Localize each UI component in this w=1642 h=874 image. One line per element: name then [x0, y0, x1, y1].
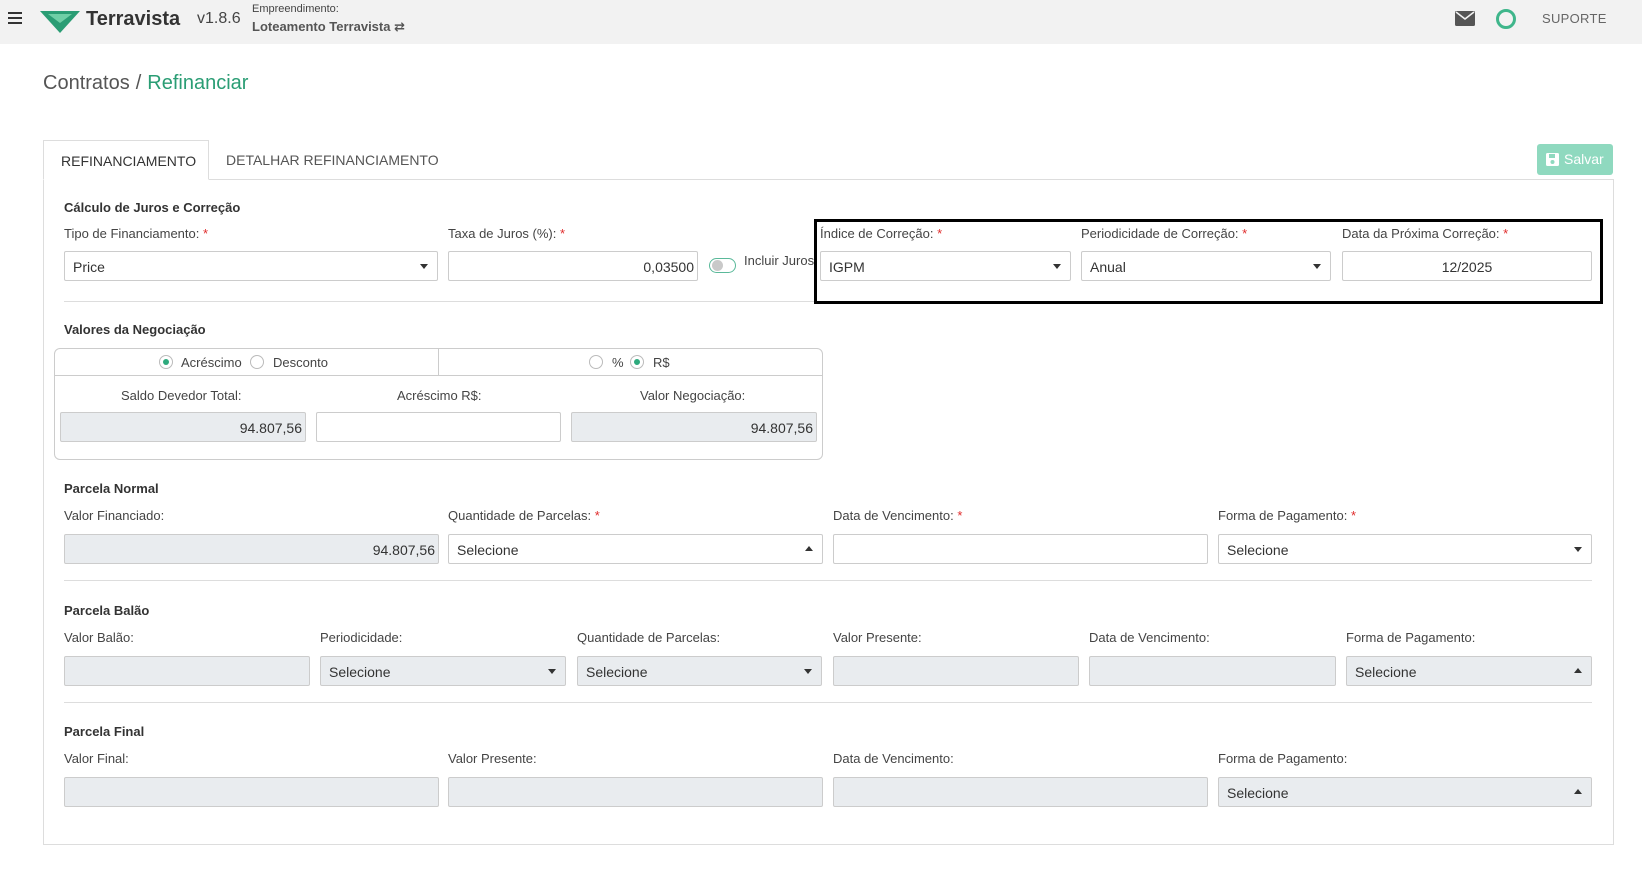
- forma-pagamento-final-label: Forma de Pagamento:: [1218, 751, 1348, 766]
- acrescimo-radio[interactable]: [159, 355, 173, 369]
- forma-pagamento-balao-label: Forma de Pagamento:: [1346, 630, 1476, 645]
- divider: [64, 580, 1592, 581]
- valor-presente-final-input: [448, 777, 823, 807]
- breadcrumb-refinanciar: Refinanciar: [147, 72, 249, 94]
- section-title-parcela-balao: Parcela Balão: [64, 603, 150, 618]
- section-title-parcela-final: Parcela Final: [64, 724, 145, 739]
- incluir-juros-label: Incluir Juros: [744, 253, 815, 268]
- forma-pagamento-label: Forma de Pagamento: *: [1218, 508, 1357, 523]
- quantidade-parcelas-select[interactable]: Selecione: [448, 534, 823, 564]
- save-button-label: Salvar: [1564, 151, 1604, 167]
- breadcrumb: Contratos / Refinanciar: [43, 72, 248, 95]
- taxa-juros-label: Taxa de Juros (%): *: [448, 226, 566, 241]
- empreendimento-label: Empreendimento:: [252, 3, 339, 15]
- chevron-up-icon: [1574, 668, 1582, 673]
- valor-negociacao-input: 94.807,56: [571, 412, 817, 442]
- chevron-down-icon: [1574, 547, 1582, 552]
- quantidade-parcelas-balao-label: Quantidade de Parcelas:: [577, 630, 721, 645]
- desconto-radio[interactable]: [250, 355, 264, 369]
- taxa-juros-input[interactable]: 0,03500: [448, 251, 698, 281]
- support-link[interactable]: SUPORTE: [1542, 11, 1607, 26]
- section-title-negociacao: Valores da Negociação: [64, 322, 206, 337]
- divider: [64, 702, 1592, 703]
- breadcrumb-separator: /: [135, 72, 142, 94]
- periodicidade-balao-select: Selecione: [320, 656, 566, 686]
- valor-balao-label: Valor Balão:: [64, 630, 134, 645]
- valor-presente-final-label: Valor Presente:: [448, 751, 537, 766]
- data-vencimento-label: Data de Vencimento: *: [833, 508, 963, 523]
- section-title-parcela-normal: Parcela Normal: [64, 481, 159, 496]
- brand-name: Terravista: [86, 8, 181, 30]
- valor-presente-balao-input: [833, 656, 1079, 686]
- data-vencimento-input[interactable]: [833, 534, 1208, 564]
- data-vencimento-final-label: Data de Vencimento:: [833, 751, 954, 766]
- divider: [438, 349, 439, 375]
- quantidade-parcelas-balao-select: Selecione: [577, 656, 822, 686]
- valor-final-label: Valor Final:: [64, 751, 129, 766]
- chevron-down-icon: [420, 264, 428, 269]
- tab-detalhar-refinanciamento[interactable]: DETALHAR REFINANCIAMENTO: [209, 140, 456, 180]
- chevron-up-icon: [805, 546, 813, 551]
- menu-icon[interactable]: [8, 12, 22, 25]
- chevron-up-icon: [1574, 789, 1582, 794]
- percent-radio[interactable]: [589, 355, 603, 369]
- data-vencimento-final-input: [833, 777, 1208, 807]
- desconto-radio-label: Desconto: [273, 355, 328, 370]
- rs-radio[interactable]: [630, 355, 644, 369]
- top-bar: Terravista v1.8.6 Empreendimento: Loteam…: [0, 0, 1642, 44]
- quantidade-parcelas-label: Quantidade de Parcelas: *: [448, 508, 600, 523]
- periodicidade-balao-label: Periodicidade:: [320, 630, 403, 645]
- tab-refinanciamento[interactable]: REFINANCIAMENTO: [43, 140, 209, 180]
- valor-financiado-input: 94.807,56: [64, 534, 439, 564]
- section-title-calculo: Cálculo de Juros e Correção: [64, 200, 241, 215]
- valor-financiado-label: Valor Financiado:: [64, 508, 165, 523]
- valor-balao-input: [64, 656, 310, 686]
- incluir-juros-toggle[interactable]: [709, 258, 736, 273]
- saldo-devedor-input: 94.807,56: [60, 412, 306, 442]
- empreendimento-switcher[interactable]: Loteamento Terravista ⇄: [252, 19, 405, 35]
- divider: [55, 375, 822, 376]
- tipo-financiamento-label: Tipo de Financiamento: *: [64, 226, 209, 241]
- percent-radio-label: %: [612, 355, 624, 370]
- valor-presente-balao-label: Valor Presente:: [833, 630, 922, 645]
- acrescimo-radio-label: Acréscimo: [181, 355, 242, 370]
- tipo-financiamento-select[interactable]: Price: [64, 251, 438, 281]
- valor-final-input: [64, 777, 439, 807]
- breadcrumb-contratos[interactable]: Contratos: [43, 72, 130, 94]
- chevron-down-icon: [804, 669, 812, 674]
- status-circle-icon[interactable]: [1496, 9, 1516, 29]
- forma-pagamento-final-select: Selecione: [1218, 777, 1592, 807]
- data-vencimento-balao-input: [1089, 656, 1336, 686]
- data-vencimento-balao-label: Data de Vencimento:: [1089, 630, 1210, 645]
- floppy-disk-icon: [1546, 153, 1559, 166]
- app-version: v1.8.6: [197, 10, 241, 27]
- saldo-devedor-label: Saldo Devedor Total:: [121, 388, 242, 403]
- acrescimo-rs-label: Acréscimo R$:: [397, 388, 482, 403]
- mail-icon[interactable]: [1455, 11, 1475, 26]
- divider: [64, 301, 814, 302]
- rs-radio-label: R$: [653, 355, 670, 370]
- valor-negociacao-label: Valor Negociação:: [640, 388, 746, 403]
- chevron-down-icon: [548, 669, 556, 674]
- forma-pagamento-balao-select: Selecione: [1346, 656, 1592, 686]
- forma-pagamento-select[interactable]: Selecione: [1218, 534, 1592, 564]
- save-button[interactable]: Salvar: [1537, 144, 1613, 175]
- acrescimo-rs-input[interactable]: [316, 412, 561, 442]
- highlight-box: [814, 219, 1603, 304]
- terravista-logo-icon: [40, 11, 80, 33]
